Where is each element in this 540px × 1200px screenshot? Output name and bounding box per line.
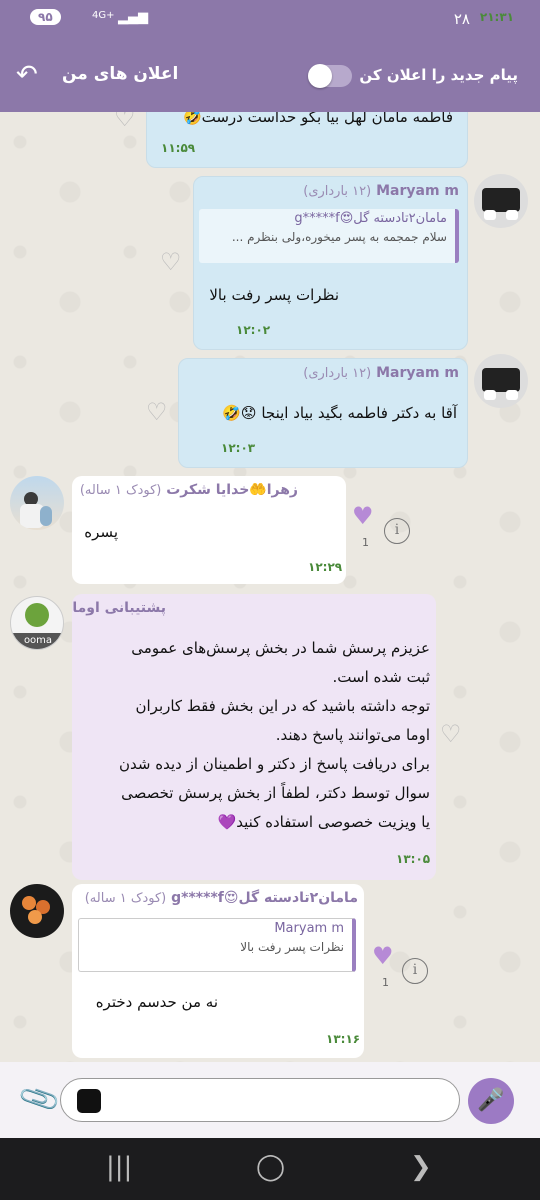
message-composer: 📎 🎤 xyxy=(0,1062,540,1138)
system-nav-bar: ||| ◯ ❯ xyxy=(0,1138,540,1200)
sender-name: Maryam m (۱۲ بارداری) xyxy=(303,183,459,199)
heart-icon[interactable]: ♡ xyxy=(160,248,182,276)
quote-name: مامان۲تادسته گل😍g*****f xyxy=(294,211,447,226)
back-arrow-icon[interactable]: ↶ xyxy=(16,60,38,90)
message-time: ۱۱:۵۹ xyxy=(161,141,196,155)
quote-name: Maryam m xyxy=(274,921,344,936)
avatar[interactable] xyxy=(474,174,528,228)
message-text: فاطمه مامان لهل بیا بگو حداست درست🤣 xyxy=(182,112,453,126)
signal-icon: ▂▄▆ xyxy=(118,10,148,25)
message-input[interactable] xyxy=(60,1078,460,1122)
home-icon[interactable]: ◯ xyxy=(256,1152,285,1182)
page-title: اعلان های من xyxy=(62,64,179,84)
sender-name: پشتیبانی اوما xyxy=(72,600,166,616)
info-icon[interactable]: i xyxy=(384,518,410,544)
message-text: پسره xyxy=(84,523,118,541)
network-type: 4G+ xyxy=(92,10,115,21)
sender-subtitle: (کودک ۱ ساله) xyxy=(79,483,162,498)
battery-icon: ۹۵ xyxy=(30,9,61,25)
sender-name: مامان۲تادسته گل😍g*****f (کودک ۱ ساله) xyxy=(85,890,358,906)
app-header: ↶ اعلان های من پیام جدید را اعلان کن xyxy=(0,40,540,112)
message-time: ۱۲:۰۳ xyxy=(221,441,256,455)
toggle-knob xyxy=(308,64,332,88)
heart-icon[interactable]: ♥ xyxy=(352,502,374,530)
like-count: 1 xyxy=(362,536,369,549)
message-time: ۱۳:۰۵ xyxy=(396,852,431,866)
message-line: ثبت شده است. xyxy=(332,668,431,686)
message-line: برای دریافت پاسخ از دکتر و اطمینان از دی… xyxy=(119,755,430,773)
quoted-message[interactable]: Maryam m نظرات پسر رفت بالا xyxy=(78,918,356,972)
paperclip-icon[interactable]: 📎 xyxy=(16,1075,63,1121)
notify-toggle[interactable] xyxy=(308,64,352,88)
message-bubble[interactable]: زهرا🤲خدایا شکرت (کودک ۱ ساله) پسره ۱۲:۲۹ xyxy=(72,476,346,584)
sender-name-text: مامان۲تادسته گل😍g*****f xyxy=(171,890,358,906)
heart-icon[interactable]: ♡ xyxy=(114,112,136,132)
quote-text: نظرات پسر رفت بالا xyxy=(240,940,344,954)
heart-icon[interactable]: ♥ xyxy=(372,942,394,970)
message-bubble[interactable]: فاطمه مامان لهل بیا بگو حداست درست🤣 ۱۱:۵… xyxy=(146,112,468,168)
sender-subtitle: (۱۲ بارداری) xyxy=(303,184,372,199)
microphone-button[interactable]: 🎤 xyxy=(468,1078,514,1124)
sender-name-text: Maryam m xyxy=(376,365,459,381)
message-text: نه من حدسم دختره xyxy=(95,993,218,1011)
message-text: آقا به دکتر فاطمه بگید بیاد اینجا 😟🤣 xyxy=(222,404,457,422)
message-time: ۱۲:۰۲ xyxy=(236,323,271,337)
avatar-label: ooma xyxy=(11,633,63,649)
message-time: ۱۳:۱۶ xyxy=(326,1032,361,1046)
message-text: عزیزم پرسش شما در بخش پرسش‌های عمومی ثبت… xyxy=(119,634,430,837)
sender-name-text: زهرا🤲خدایا شکرت xyxy=(166,482,298,498)
recents-icon[interactable]: ||| xyxy=(106,1152,132,1182)
info-icon[interactable]: i xyxy=(402,958,428,984)
quote-text: سلام جمجمه به پسر میخوره،ولی بنظرم ... xyxy=(231,230,447,244)
sender-name: Maryam m (۱۲ بارداری) xyxy=(303,365,459,381)
date: ۲۸ xyxy=(453,10,470,28)
sticker-icon[interactable] xyxy=(77,1089,101,1113)
back-nav-icon[interactable]: ❯ xyxy=(410,1152,432,1182)
like-count: 1 xyxy=(382,976,389,989)
message-line: توجه داشته باشید که در این بخش فقط کاربر… xyxy=(135,697,430,715)
heart-icon[interactable]: ♡ xyxy=(146,398,168,426)
sender-name-text: Maryam m xyxy=(376,183,459,199)
message-line: یا ویزیت خصوصی استفاده کنید💜 xyxy=(217,813,430,831)
chat-area[interactable]: فاطمه مامان لهل بیا بگو حداست درست🤣 ۱۱:۵… xyxy=(0,112,540,1062)
avatar[interactable] xyxy=(474,354,528,408)
message-bubble[interactable]: مامان۲تادسته گل😍g*****f (کودک ۱ ساله) Ma… xyxy=(72,884,364,1058)
sender-name: زهرا🤲خدایا شکرت (کودک ۱ ساله) xyxy=(80,482,298,498)
avatar[interactable] xyxy=(10,476,64,530)
quoted-message[interactable]: مامان۲تادسته گل😍g*****f سلام جمجمه به پس… xyxy=(199,209,459,263)
message-time: ۱۲:۲۹ xyxy=(308,560,343,574)
message-text: نظرات پسر رفت بالا xyxy=(209,286,339,304)
message-line: اوما می‌توانند پاسخ دهند. xyxy=(275,726,430,744)
status-bar: ۲۱:۳۱ ۲۸ ۹۵ 4G+ ▂▄▆ xyxy=(0,0,540,40)
notify-label: پیام جدید را اعلان کن xyxy=(359,66,518,84)
sender-subtitle: (۱۲ بارداری) xyxy=(303,366,372,381)
avatar[interactable]: ooma xyxy=(10,596,64,650)
clock: ۲۱:۳۱ xyxy=(479,10,514,24)
message-line: سوال توسط دکتر، لطفاً از بخش پرسش تخصصی xyxy=(121,784,430,802)
message-bubble[interactable]: پشتیبانی اوما عزیزم پرسش شما در بخش پرسش… xyxy=(72,594,436,880)
heart-icon[interactable]: ♡ xyxy=(440,720,462,748)
sender-subtitle: (کودک ۱ ساله) xyxy=(84,891,167,906)
message-line: عزیزم پرسش شما در بخش پرسش‌های عمومی xyxy=(131,639,430,657)
message-bubble[interactable]: Maryam m (۱۲ بارداری) مامان۲تادسته گل😍g*… xyxy=(193,176,468,350)
avatar[interactable] xyxy=(10,884,64,938)
message-bubble[interactable]: Maryam m (۱۲ بارداری) آقا به دکتر فاطمه … xyxy=(178,358,468,468)
